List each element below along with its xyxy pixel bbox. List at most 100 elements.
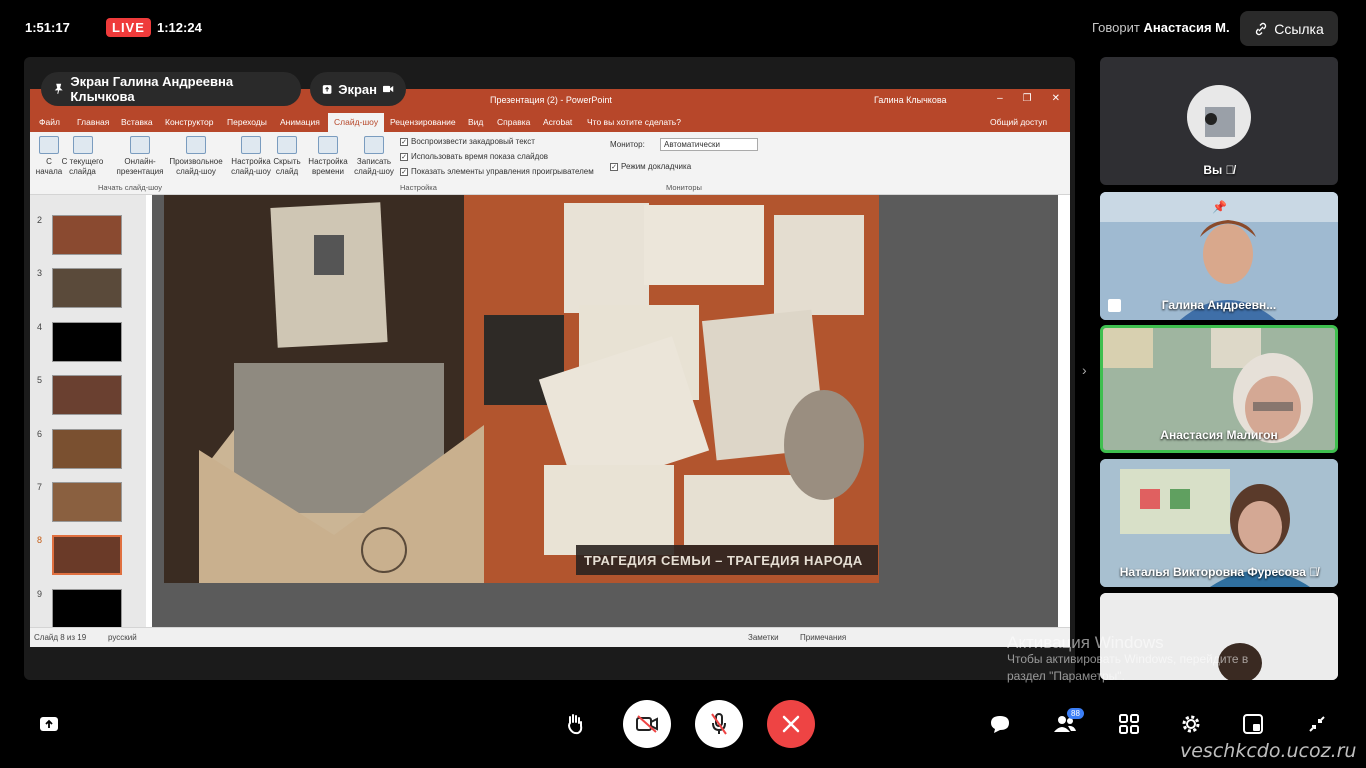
slideshow-current-icon bbox=[72, 136, 93, 154]
from-current-button[interactable]: С текущего слайда bbox=[60, 136, 105, 177]
slide-thumbnail[interactable] bbox=[52, 375, 122, 415]
chevron-right-icon[interactable]: › bbox=[1082, 362, 1087, 378]
participant-tile-self[interactable]: Вы 🎙̸ bbox=[1100, 57, 1338, 185]
slide-caption: ТРАГЕДИЯ СЕМЬИ – ТРАГЕДИЯ НАРОДА bbox=[584, 553, 863, 568]
monitor-select[interactable]: Автоматически bbox=[660, 138, 758, 151]
tab-home[interactable]: Главная bbox=[77, 117, 109, 127]
microphone-toggle-button[interactable] bbox=[695, 700, 743, 748]
hide-slide-button[interactable]: Скрыть слайд bbox=[272, 136, 302, 177]
check-media-controls[interactable]: ✓ Показать элементы управления проигрыват… bbox=[400, 167, 594, 176]
gear-icon bbox=[1182, 715, 1200, 733]
status-slide-counter: Слайд 8 из 19 bbox=[34, 633, 87, 642]
hide-label: Скрыть слайд bbox=[273, 157, 301, 176]
minimize-icon: – bbox=[997, 93, 1003, 104]
share-screen-icon bbox=[40, 717, 58, 731]
current-slide[interactable]: ТРАГЕДИЯ СЕМЬИ – ТРАГЕДИЯ НАРОДА bbox=[164, 195, 879, 583]
shared-powerpoint-window[interactable]: Презентация (2) - PowerPoint Галина Клыч… bbox=[30, 89, 1070, 647]
timer-icon bbox=[318, 136, 338, 154]
collapse-button[interactable] bbox=[1305, 712, 1329, 736]
mic-off-icon: 🎙̸ bbox=[1225, 163, 1235, 177]
check-presenter-view[interactable]: ✓ Режим докладчика bbox=[610, 162, 691, 171]
close-icon bbox=[782, 715, 800, 733]
grid-icon bbox=[1119, 714, 1139, 734]
camera-toggle-button[interactable] bbox=[623, 700, 671, 748]
mic-off-icon: 🎙̸ bbox=[1309, 565, 1319, 579]
pip-icon bbox=[1243, 714, 1263, 734]
share-screen-icon bbox=[322, 84, 332, 94]
collapse-icon bbox=[1309, 716, 1325, 732]
monitor-label: Монитор: bbox=[610, 140, 645, 149]
comments-button[interactable]: Примечания bbox=[800, 633, 846, 642]
slide-thumbnail-current[interactable] bbox=[52, 535, 122, 575]
settings-button[interactable] bbox=[1179, 712, 1203, 736]
ppt-status-bar: Слайд 8 из 19 русский Заметки Примечания bbox=[30, 627, 1070, 647]
ribbon-slideshow: С начала С текущего слайда Онлайн-презен… bbox=[30, 132, 1070, 195]
top-bar: 1:51:17 LIVE 1:12:24 Говорит Анастасия М… bbox=[0, 0, 1366, 56]
avatar bbox=[1187, 85, 1251, 149]
setup-label: Настройка слайд-шоу bbox=[231, 157, 271, 176]
slide-thumbnail[interactable] bbox=[52, 429, 122, 469]
tab-acrobat[interactable]: Acrobat bbox=[543, 117, 572, 127]
activation-title: Активация Windows bbox=[1007, 633, 1164, 652]
raise-hand-button[interactable] bbox=[563, 712, 587, 736]
record-slideshow-button[interactable]: Записать слайд-шоу bbox=[353, 136, 395, 177]
rehearse-timings-button[interactable]: Настройка времени bbox=[306, 136, 350, 177]
tab-slideshow[interactable]: Слайд-шоу bbox=[328, 113, 385, 132]
check-timings[interactable]: ✓ Использовать время показа слайдов bbox=[400, 152, 548, 161]
tab-transitions[interactable]: Переходы bbox=[227, 117, 267, 127]
slideshow-icon bbox=[39, 136, 59, 154]
participant-name: Анастасия Малигон bbox=[1160, 428, 1278, 442]
pin-icon: 📌 bbox=[1212, 200, 1227, 214]
my-screen-pill[interactable]: Экран bbox=[310, 72, 406, 106]
online-presentation-button[interactable]: Онлайн-презентация bbox=[116, 136, 164, 177]
chat-button[interactable] bbox=[988, 712, 1012, 736]
checkbox-checked-icon: ✓ bbox=[400, 167, 408, 176]
pin-icon bbox=[54, 83, 63, 94]
setup-slideshow-button[interactable]: Настройка слайд-шоу bbox=[230, 136, 272, 177]
checkbox-checked-icon: ✓ bbox=[610, 162, 618, 171]
tell-me-search[interactable]: Что вы хотите сделать? bbox=[587, 117, 681, 127]
thumb-number: 6 bbox=[37, 429, 43, 439]
activation-line2: раздел "Параметры". bbox=[1007, 669, 1125, 683]
rehearse-label: Настройка времени bbox=[308, 157, 348, 176]
tab-view[interactable]: Вид bbox=[468, 117, 483, 127]
participants-count-badge: 88 bbox=[1067, 708, 1084, 719]
link-button[interactable]: Ссылка bbox=[1240, 11, 1338, 46]
share-button[interactable]: Общий доступ bbox=[990, 117, 1047, 127]
thumb-number: 7 bbox=[37, 482, 43, 492]
check-narration[interactable]: ✓ Воспроизвести закадровый текст bbox=[400, 137, 535, 146]
picture-in-picture-button[interactable] bbox=[1241, 712, 1265, 736]
slide-thumbnail[interactable] bbox=[52, 589, 122, 629]
participant-tile-anastasia[interactable]: Анастасия Малигон bbox=[1100, 325, 1338, 453]
participant-tile-galina[interactable]: 📌 Галина Андреевн... bbox=[1100, 192, 1338, 320]
camera-off-icon bbox=[636, 715, 658, 733]
slide-thumbnail[interactable] bbox=[52, 482, 122, 522]
participant-name: Вы 🎙̸ bbox=[1100, 163, 1338, 177]
ppt-title: Презентация (2) - PowerPoint bbox=[490, 95, 612, 105]
record-icon bbox=[364, 136, 384, 154]
slide-editing-area: ТРАГЕДИЯ СЕМЬИ – ТРАГЕДИЯ НАРОДА bbox=[152, 195, 1058, 627]
tab-animations[interactable]: Анимация bbox=[280, 117, 320, 127]
notes-button[interactable]: Заметки bbox=[748, 633, 779, 642]
slide-thumbnail[interactable] bbox=[52, 215, 122, 255]
screen-share-owner-pill[interactable]: Экран Галина Андреевна Клычкова bbox=[41, 72, 301, 106]
tab-file[interactable]: Файл bbox=[39, 117, 60, 127]
ppt-tabs: Файл Главная Вставка Конструктор Переход… bbox=[30, 111, 1070, 132]
tab-review[interactable]: Рецензирование bbox=[390, 117, 456, 127]
slide-thumbnail[interactable] bbox=[52, 268, 122, 308]
custom-slideshow-button[interactable]: Произвольное слайд-шоу bbox=[166, 136, 226, 177]
share-screen-button[interactable] bbox=[37, 712, 61, 736]
thumb-number: 5 bbox=[37, 375, 43, 385]
camera-icon bbox=[383, 85, 394, 93]
participant-name-text: Наталья Викторовна Фуресова bbox=[1119, 565, 1306, 579]
end-call-button[interactable] bbox=[767, 700, 815, 748]
slide-thumbnail[interactable] bbox=[52, 322, 122, 362]
layout-grid-button[interactable] bbox=[1117, 712, 1141, 736]
tab-design[interactable]: Конструктор bbox=[165, 117, 213, 127]
speaking-prefix: Говорит bbox=[1092, 20, 1140, 35]
participant-tile-natalia[interactable]: Наталья Викторовна Фуресова 🎙̸ bbox=[1100, 459, 1338, 587]
tab-help[interactable]: Справка bbox=[497, 117, 530, 127]
tab-insert[interactable]: Вставка bbox=[121, 117, 153, 127]
maximize-icon: ❐ bbox=[1022, 93, 1032, 104]
my-screen-label: Экран bbox=[338, 81, 377, 97]
